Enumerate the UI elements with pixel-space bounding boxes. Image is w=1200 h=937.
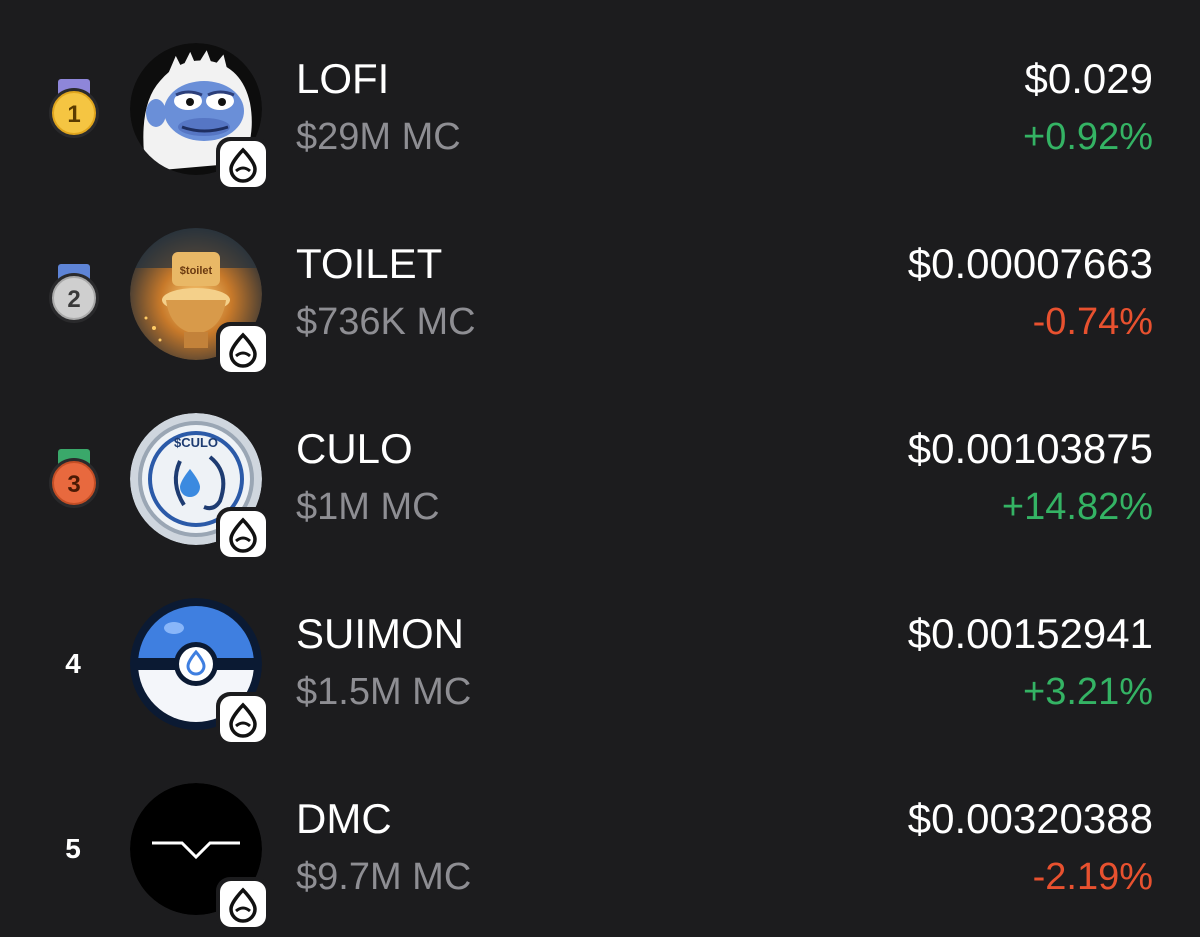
rank-2-silver-medal-icon: 2 bbox=[44, 258, 104, 328]
token-name: SUIMON bbox=[296, 610, 464, 657]
token-row-culo[interactable]: 3 $CULO CULO $1M MC $0.00103875 +14.82% bbox=[0, 403, 1200, 561]
rank-1-gold-medal-icon: 1 bbox=[44, 73, 104, 143]
token-price: $0.00152941 bbox=[907, 610, 1153, 657]
sui-droplet-icon bbox=[229, 702, 257, 738]
rank-number: 5 bbox=[65, 833, 81, 864]
token-change: -0.74% bbox=[1032, 301, 1153, 343]
rank-number: 1 bbox=[67, 101, 80, 128]
token-list: 1 LOFI $29M MC $0.029 +0.92% 2 $toilet T… bbox=[0, 0, 1200, 937]
token-change: -2.19% bbox=[1032, 856, 1153, 898]
token-market-cap: $9.7M MC bbox=[296, 856, 472, 898]
token-price: $0.00320388 bbox=[907, 795, 1153, 842]
sui-droplet-icon bbox=[229, 517, 257, 553]
sui-chain-badge bbox=[216, 137, 270, 191]
rank-number: 4 bbox=[65, 648, 81, 679]
rank-number: 2 bbox=[67, 286, 80, 313]
token-market-cap: $1M MC bbox=[296, 486, 440, 528]
rank-number: 3 bbox=[67, 471, 80, 498]
token-market-cap: $1.5M MC bbox=[296, 671, 472, 713]
token-name: TOILET bbox=[296, 240, 443, 287]
sui-chain-badge bbox=[216, 507, 270, 561]
token-row-lofi[interactable]: 1 LOFI $29M MC $0.029 +0.92% bbox=[0, 33, 1200, 191]
token-price: $0.029 bbox=[1024, 55, 1153, 102]
token-price: $0.00007663 bbox=[907, 240, 1153, 287]
token-row-toilet[interactable]: 2 $toilet TOILET $736K MC $0.00007663 -0… bbox=[0, 218, 1200, 376]
token-row-dmc[interactable]: 5 DMC $9.7M MC $0.00320388 -2.19% bbox=[0, 773, 1200, 931]
token-name: CULO bbox=[296, 425, 413, 472]
token-market-cap: $736K MC bbox=[296, 301, 476, 343]
rank-3-bronze-medal-icon: 3 bbox=[44, 443, 104, 513]
token-row-suimon[interactable]: 4 SUIMON $1.5M MC $0.00152941 +3.21% bbox=[0, 588, 1200, 746]
sui-chain-badge bbox=[216, 322, 270, 376]
culo-avatar-label: $CULO bbox=[174, 435, 218, 450]
toilet-avatar-label: $toilet bbox=[180, 265, 213, 277]
sui-chain-badge bbox=[216, 692, 270, 746]
token-market-cap: $29M MC bbox=[296, 116, 461, 158]
token-change: +3.21% bbox=[1023, 671, 1153, 713]
token-change: +14.82% bbox=[1001, 486, 1153, 528]
sui-droplet-icon bbox=[229, 332, 257, 368]
sui-droplet-icon bbox=[229, 147, 257, 183]
token-price: $0.00103875 bbox=[907, 425, 1153, 472]
token-change: +0.92% bbox=[1023, 116, 1153, 158]
sui-chain-badge bbox=[216, 877, 270, 931]
token-name: DMC bbox=[296, 795, 392, 842]
sui-droplet-icon bbox=[229, 887, 257, 923]
token-name: LOFI bbox=[296, 55, 390, 102]
